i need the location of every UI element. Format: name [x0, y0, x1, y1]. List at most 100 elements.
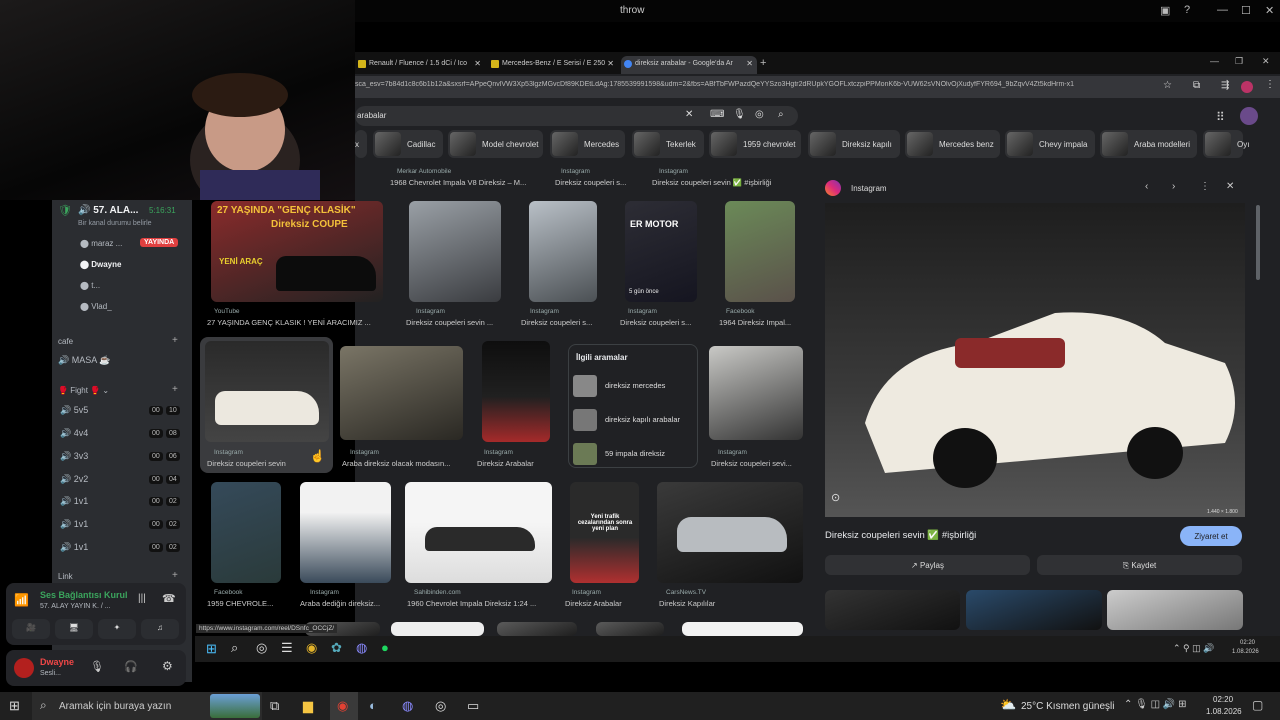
result-image[interactable]	[709, 346, 803, 440]
close-icon[interactable]: ✕	[1265, 4, 1274, 17]
result-caption[interactable]: 1968 Chevrolet Impala V8 Direksiz – M...	[390, 178, 545, 187]
discord-icon[interactable]: ◍	[356, 640, 367, 656]
result-image[interactable]: 27 YAŞINDA "GENÇ KLASİK" Direksiz COUPE …	[211, 201, 383, 302]
task-view-icon[interactable]: ⧉	[270, 698, 279, 714]
file-explorer-icon[interactable]: ▆	[303, 698, 313, 714]
add-channel-icon[interactable]: +	[172, 384, 178, 395]
search-box[interactable]: arabalar ✕ ⌨ 🎙 ◎ ⌕	[355, 106, 798, 126]
lens-icon[interactable]: ◎	[755, 109, 764, 120]
new-tab-icon[interactable]: +	[760, 57, 766, 69]
result-image[interactable]	[405, 482, 552, 583]
mic-icon[interactable]: 🎙	[733, 109, 746, 120]
noise-icon[interactable]: |||	[138, 593, 146, 604]
steam-icon[interactable]: ◐	[369, 698, 377, 713]
close-icon[interactable]: ✕	[1262, 56, 1270, 67]
chip[interactable]: Araba modelleri	[1100, 130, 1197, 158]
channel-row[interactable]: 🔊 1v1	[60, 519, 88, 530]
add-channel-icon[interactable]: +	[172, 335, 178, 346]
result-caption[interactable]: Direksiz Kapılılar	[659, 599, 769, 608]
chip[interactable]: Cadillac	[373, 130, 443, 158]
related-item[interactable]: direksiz kapılı arabalar	[573, 407, 695, 433]
tray-icons[interactable]: ⌃ 🎙 ◫ 🔊 ⊞	[1124, 699, 1186, 710]
spotify-icon[interactable]: ●	[381, 640, 389, 655]
soundboard-button[interactable]: ♫	[141, 619, 179, 639]
menu-icon[interactable]: ⋮	[1265, 79, 1275, 90]
result-image[interactable]	[211, 482, 281, 583]
windows-icon[interactable]: ⊞	[206, 641, 217, 657]
voice-channel-sub[interactable]: 57. ALAY YAYIN K. / ...	[40, 603, 111, 610]
window-icon[interactable]: ▣	[1160, 4, 1170, 17]
prev-icon[interactable]: ‹	[1145, 181, 1148, 192]
restore-icon[interactable]: ❐	[1235, 56, 1243, 67]
result-image[interactable]	[391, 622, 484, 636]
next-icon[interactable]: ›	[1172, 181, 1175, 192]
voice-user[interactable]: ⬤ Vlad_	[80, 302, 112, 311]
related-item[interactable]: direksiz mercedes	[573, 373, 695, 399]
extension-icon[interactable]: ⇶	[1221, 80, 1229, 91]
chip[interactable]: Mercedes benz	[905, 130, 1000, 158]
save-button[interactable]: ⎘ Kaydet	[1037, 555, 1242, 575]
app-icon[interactable]: ✿	[331, 640, 342, 656]
channel-row[interactable]: 🔊 2v2	[60, 474, 88, 485]
close-tab-icon[interactable]: ✕	[607, 59, 614, 68]
result-caption[interactable]: 27 YAŞINDA GENÇ KLASIK ! YENİ ARACIMIZ .…	[207, 318, 387, 327]
chip[interactable]: Oyı	[1203, 130, 1249, 158]
result-image[interactable]	[482, 341, 550, 442]
extension-icon[interactable]: ⧉	[1193, 80, 1200, 91]
related-item[interactable]: 59 impala direksiz	[573, 441, 695, 467]
tab-mercedes[interactable]: Mercedes-Benz / E Serisi / E 250 ✕	[488, 56, 618, 74]
result-image[interactable]	[596, 622, 664, 636]
voice-user[interactable]: ⬤ maraz ...	[80, 239, 122, 248]
add-channel-icon[interactable]: +	[172, 570, 178, 581]
keyboard-icon[interactable]: ⌨	[710, 109, 724, 120]
inner-clock[interactable]: 02:20	[1240, 640, 1255, 646]
preview-source[interactable]: Instagram	[851, 184, 887, 193]
avatar[interactable]	[14, 658, 34, 678]
voice-channel-name[interactable]: 🔊 57. ALA...	[78, 205, 138, 216]
close-icon[interactable]: ✕	[1226, 181, 1234, 192]
profile-avatar[interactable]	[1241, 81, 1253, 93]
weather-text[interactable]: 25°C Kısmen güneşli	[1021, 701, 1115, 712]
channel-row[interactable]: 🔊 1v1	[60, 496, 88, 507]
app-icon[interactable]: ◎	[256, 640, 267, 656]
clock-time[interactable]: 02:20	[1213, 695, 1233, 704]
voice-user[interactable]: ⬤ Dwayne	[80, 260, 121, 269]
result-caption[interactable]: Direksiz Arabalar	[565, 599, 645, 608]
tab-renault[interactable]: Renault / Fluence / 1.5 dCi / Ico ✕	[355, 56, 485, 74]
result-caption[interactable]: Direksiz coupeleri s...	[555, 178, 635, 187]
result-image[interactable]	[340, 346, 463, 440]
result-caption[interactable]: Direksiz Arabalar	[477, 459, 557, 468]
search-input[interactable]: arabalar	[357, 111, 386, 120]
result-caption[interactable]: 1960 Chevrolet Impala Direksiz 1:24 ...	[407, 599, 552, 608]
windows-icon[interactable]: ⊞	[9, 698, 20, 714]
disconnect-icon[interactable]: ☎	[162, 592, 176, 605]
more-image[interactable]	[825, 590, 960, 630]
result-image[interactable]	[657, 482, 803, 583]
close-tab-icon[interactable]: ✕	[474, 59, 481, 68]
category-cafe[interactable]: cafe	[58, 337, 73, 346]
apps-grid-icon[interactable]: ⠿	[1216, 110, 1225, 124]
channel-row[interactable]: 🔊 4v4	[60, 428, 88, 439]
obs-icon[interactable]: ◎	[435, 698, 446, 714]
share-button[interactable]: ↗ Paylaş	[825, 555, 1030, 575]
terminal-icon[interactable]: ▭	[467, 698, 479, 714]
result-caption[interactable]: Direksiz coupeleri s...	[521, 318, 601, 327]
category-link[interactable]: Link	[58, 572, 73, 581]
more-icon[interactable]: ⋮	[1200, 181, 1210, 192]
visit-button[interactable]: Ziyaret et	[1180, 526, 1242, 546]
result-caption[interactable]: 1964 Direksiz Impal...	[719, 318, 799, 327]
activities-button[interactable]: ✦	[98, 619, 136, 639]
voice-user[interactable]: ⬤ t...	[80, 281, 100, 290]
taskbar-active-app[interactable]: ◉	[330, 692, 358, 720]
scrollbar-thumb[interactable]	[1256, 205, 1260, 280]
result-caption[interactable]: Direksiz coupeleri sevin	[207, 459, 307, 468]
result-image[interactable]	[205, 341, 329, 442]
screen-share-button[interactable]: 🖥	[55, 619, 93, 639]
result-image[interactable]: Yeni trafik cezalarından sonra yeni plan	[570, 482, 639, 583]
app-icon[interactable]: ☰	[281, 640, 293, 656]
settings-icon[interactable]: ⚙	[162, 659, 173, 673]
more-image[interactable]	[966, 590, 1102, 630]
chip[interactable]: Chevy impala	[1005, 130, 1095, 158]
minimize-icon[interactable]: —	[1210, 56, 1219, 66]
close-tab-icon[interactable]: ✕	[746, 59, 753, 68]
